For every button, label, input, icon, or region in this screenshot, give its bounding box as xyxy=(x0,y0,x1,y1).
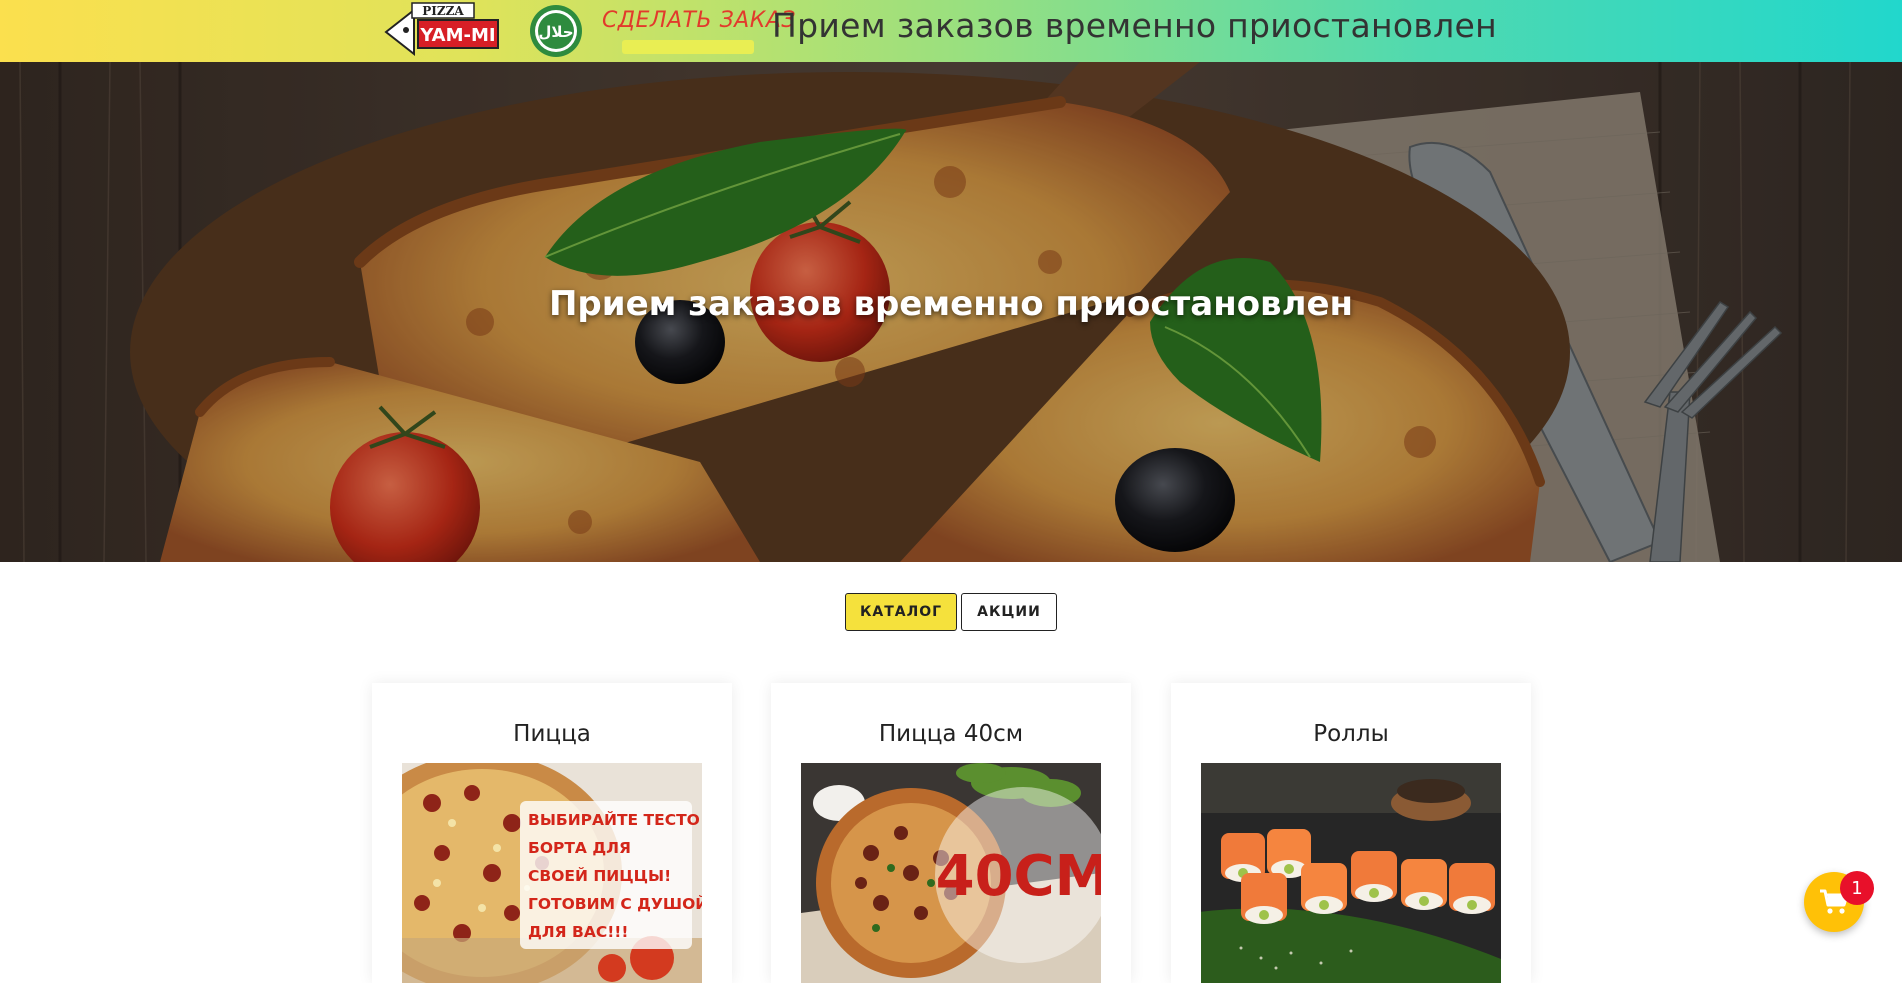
promo-line-4: ГОТОВИМ С ДУШОЙ xyxy=(528,894,702,913)
category-title: Пицца 40см xyxy=(878,721,1024,747)
promo-line-1: ВЫБИРАЙТЕ ТЕСТО И xyxy=(528,810,702,829)
cart-count-badge: 1 xyxy=(1840,871,1874,905)
logo-top-text: PIZZA xyxy=(422,4,464,18)
tab-catalog[interactable]: КАТАЛОГ xyxy=(845,593,957,631)
hero-title: Прием заказов временно приостановлен xyxy=(548,284,1354,324)
category-card-pizza[interactable]: Пицца ВЫБИРАЙТЕ ТЕСТО И БОРТА ДЛЯ СВОЕЙ xyxy=(372,683,732,983)
order-link-highlight xyxy=(622,40,754,54)
promo-size-text: 40СМ xyxy=(936,844,1101,909)
category-image-rolls xyxy=(1201,763,1501,983)
pizza-yammi-logo[interactable]: PIZZA YAM-MI xyxy=(382,2,502,58)
logo-graphic: PIZZA YAM-MI xyxy=(384,2,499,57)
top-bar: PIZZA YAM-MI حلال СДЕЛАТЬ ЗАКАЗ Прием за… xyxy=(0,0,1902,62)
category-image-pizza: ВЫБИРАЙТЕ ТЕСТО И БОРТА ДЛЯ СВОЕЙ ПИЦЦЫ!… xyxy=(402,763,702,983)
category-card-pizza-40cm[interactable]: Пицца 40см 40СМ xyxy=(771,683,1131,983)
category-image-pizza-40cm: 40СМ xyxy=(801,763,1101,983)
category-card-rolls[interactable]: Роллы xyxy=(1171,683,1531,983)
topbar-status-message: Прием заказов временно приостановлен xyxy=(772,6,1497,45)
halal-text: حلال xyxy=(538,23,573,41)
promo-line-5: ДЛЯ ВАС!!! xyxy=(528,923,628,941)
halal-badge: حلال xyxy=(523,3,589,59)
logo-main-text: YAM-MI xyxy=(419,25,495,46)
catalog-tabs: КАТАЛОГ АКЦИИ xyxy=(845,593,1057,633)
category-title: Роллы xyxy=(1313,721,1389,747)
promo-line-2: БОРТА ДЛЯ xyxy=(528,839,631,857)
category-title: Пицца xyxy=(513,721,591,747)
tab-promotions[interactable]: АКЦИИ xyxy=(961,593,1057,631)
hero-banner: Прием заказов временно приостановлен xyxy=(0,62,1902,562)
make-order-link[interactable]: СДЕЛАТЬ ЗАКАЗ xyxy=(600,6,796,56)
order-link-label: СДЕЛАТЬ ЗАКАЗ xyxy=(602,8,796,33)
cart-button[interactable]: 1 xyxy=(1804,871,1874,932)
promo-line-3: СВОЕЙ ПИЦЦЫ! xyxy=(528,866,671,885)
